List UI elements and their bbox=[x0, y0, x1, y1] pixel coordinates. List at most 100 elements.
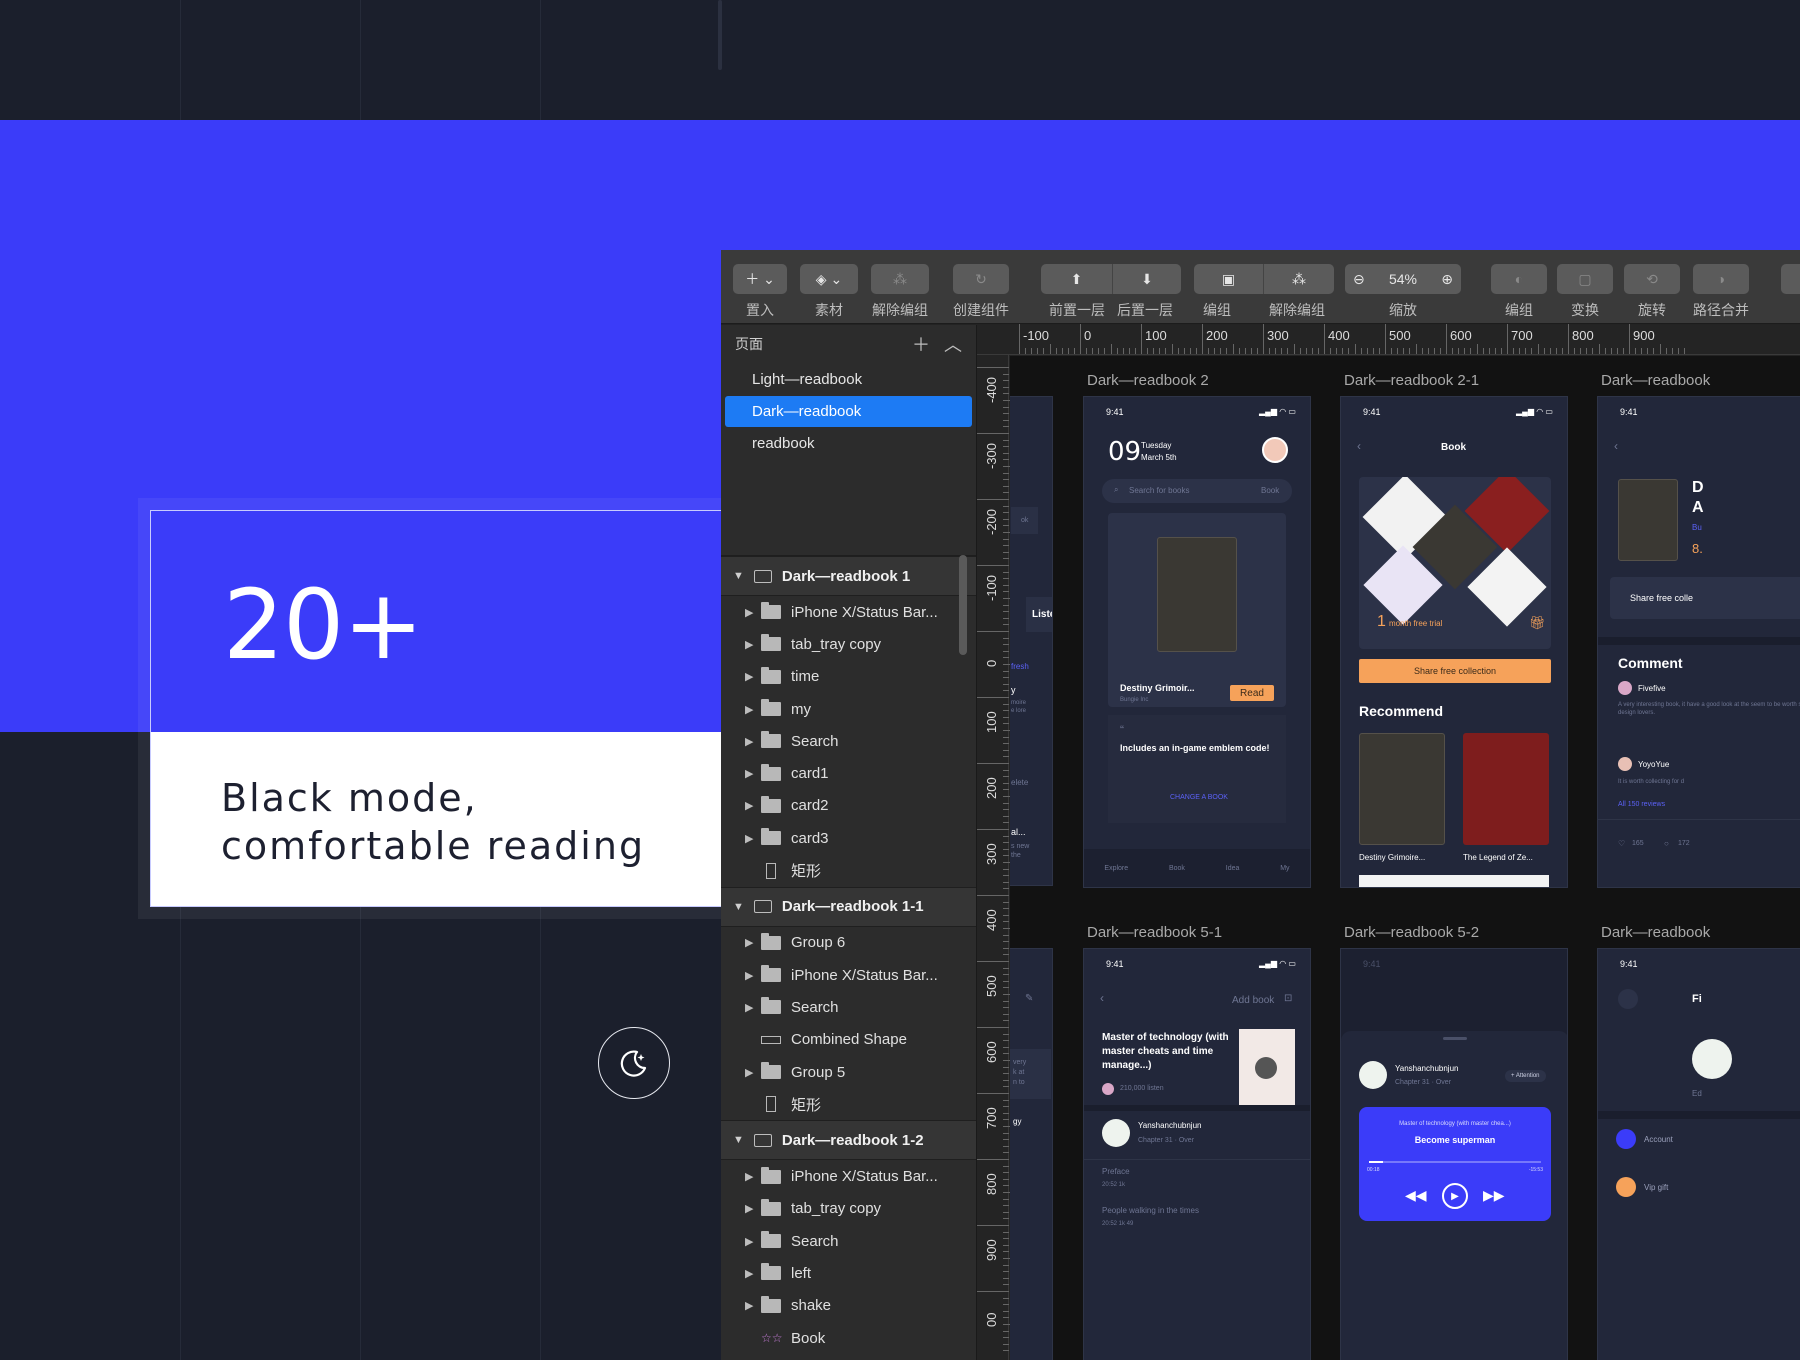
triangle-right-icon[interactable]: ▶ bbox=[745, 767, 761, 780]
sheet-handle[interactable] bbox=[1443, 1037, 1467, 1040]
triangle-right-icon[interactable]: ▶ bbox=[745, 936, 761, 949]
add-book-link[interactable]: Add book bbox=[1232, 995, 1274, 1006]
chapter-title[interactable]: Preface bbox=[1102, 1167, 1130, 1176]
author-avatar[interactable] bbox=[1102, 1119, 1130, 1147]
layer-row[interactable]: ▶ card2 bbox=[721, 790, 976, 822]
phone-artboard-profile[interactable]: 9:41 Fi Ed Account Vip gift bbox=[1597, 948, 1800, 1360]
layer-row[interactable]: ▶ card1 bbox=[721, 757, 976, 789]
phone-artboard-player[interactable]: 9:41 Yanshanchubnjun Chapter 31 · Over +… bbox=[1340, 948, 1568, 1360]
layer-row[interactable]: ▶ Group 6 bbox=[721, 927, 976, 959]
group-icon[interactable]: ▣ bbox=[1194, 264, 1264, 294]
back-arrow-icon[interactable]: ‹ bbox=[1614, 439, 1618, 453]
triangle-right-icon[interactable]: ▶ bbox=[745, 1299, 761, 1312]
ungroup-disabled-tool[interactable]: ⁂ 解除编组 bbox=[871, 264, 929, 320]
dark-mode-toggle[interactable] bbox=[598, 1027, 670, 1099]
play-icon[interactable]: ▶ bbox=[1442, 1183, 1468, 1209]
back-arrow-icon[interactable]: ‹ bbox=[1357, 439, 1361, 453]
ungroup-icon[interactable]: ⁂ bbox=[871, 264, 929, 294]
artboard-title[interactable]: Dark—readbook 5-1 bbox=[1087, 924, 1222, 941]
page-item-selected[interactable]: Dark—readbook bbox=[725, 396, 972, 427]
book-cover[interactable] bbox=[1463, 733, 1549, 845]
avatar[interactable] bbox=[1618, 757, 1632, 771]
layer-row[interactable]: ▶ Search bbox=[721, 725, 976, 757]
layer-row[interactable]: ▶ iPhone X/Status Bar... bbox=[721, 959, 976, 991]
edit-icon[interactable]: ✎ bbox=[1025, 993, 1033, 1004]
rotate-icon[interactable]: ⟲ bbox=[1624, 264, 1680, 294]
avatar[interactable] bbox=[1692, 1039, 1732, 1079]
triangle-right-icon[interactable]: ▶ bbox=[745, 703, 761, 716]
phone-artboard-audiobook[interactable]: 9:41 ▂▄▆ ◠ ▭ ‹ Add book ⊡ Master of tech… bbox=[1083, 948, 1311, 1360]
page-item[interactable]: readbook bbox=[725, 428, 972, 459]
triangle-right-icon[interactable]: ▶ bbox=[745, 1001, 761, 1014]
triangle-right-icon[interactable]: ▶ bbox=[745, 799, 761, 812]
collapse-icon[interactable]: ︿ bbox=[944, 331, 962, 357]
vip-gift-menu-item[interactable]: Vip gift bbox=[1644, 1183, 1668, 1192]
rotate-tool[interactable]: ⟲ 旋转 bbox=[1624, 264, 1680, 320]
send-backward-icon[interactable]: ⬇ bbox=[1113, 264, 1181, 294]
settings-icon[interactable] bbox=[1618, 989, 1638, 1009]
tab-idea[interactable]: Idea bbox=[1226, 865, 1240, 872]
assets-tool[interactable]: ◈ ⌄ 素材 bbox=[800, 264, 858, 320]
sidebar-scrollbar[interactable] bbox=[959, 555, 967, 655]
triangle-right-icon[interactable]: ▶ bbox=[745, 735, 761, 748]
layer-row[interactable]: 矩形 bbox=[721, 854, 976, 886]
layer-row[interactable]: ▶ iPhone X/Status Bar... bbox=[721, 1160, 976, 1192]
tab-my[interactable]: My bbox=[1280, 865, 1289, 872]
fast-forward-icon[interactable]: ▶▶ bbox=[1483, 1187, 1505, 1204]
symbol-icon[interactable]: ↻ bbox=[953, 264, 1009, 294]
triangle-down-icon[interactable]: ▼ bbox=[733, 901, 744, 913]
layer-row[interactable]: ▶ Search bbox=[721, 1225, 976, 1257]
triangle-right-icon[interactable]: ▶ bbox=[745, 1066, 761, 1079]
progress-track[interactable] bbox=[1369, 1161, 1541, 1163]
layer-row[interactable]: ▶ iPhone X/Status Bar... bbox=[721, 596, 976, 628]
back-arrow-icon[interactable]: ‹ bbox=[1100, 991, 1104, 1005]
triangle-right-icon[interactable]: ▶ bbox=[745, 670, 761, 683]
phone-artboard-home[interactable]: 9:41 ▂▄▆ ◠ ▭ 09 Tuesday March 5th ⌕ Sear… bbox=[1083, 396, 1311, 888]
zoom-in-icon[interactable]: ⊕ bbox=[1441, 271, 1453, 288]
artboard-title[interactable]: Dark—readbook bbox=[1601, 372, 1710, 389]
more-tool[interactable] bbox=[1781, 264, 1800, 294]
combine-tool[interactable]: ◑ 路径合并 bbox=[1693, 264, 1749, 320]
layer-row[interactable]: ▶ tab_tray copy bbox=[721, 628, 976, 660]
add-page-icon[interactable]: ＋ bbox=[912, 331, 930, 357]
read-button[interactable]: Read bbox=[1230, 685, 1274, 701]
share-collection-button[interactable]: Share free collection bbox=[1359, 659, 1551, 683]
book-cover[interactable] bbox=[1359, 733, 1445, 845]
transform-tool[interactable]: ▢ 变换 bbox=[1557, 264, 1613, 320]
artboard-row[interactable]: ▼ Dark—readbook 1-2 bbox=[721, 1120, 976, 1161]
heart-icon[interactable]: ♡ bbox=[1618, 839, 1625, 848]
layer-row[interactable]: ▶ Search bbox=[721, 991, 976, 1023]
triangle-down-icon[interactable]: ▼ bbox=[733, 1134, 744, 1146]
layer-row[interactable]: Combined Shape bbox=[721, 1024, 976, 1056]
layer-row[interactable]: 矩形 bbox=[721, 1088, 976, 1120]
triangle-right-icon[interactable]: ▶ bbox=[745, 1170, 761, 1183]
artboard-title[interactable]: Dark—readbook 2-1 bbox=[1344, 372, 1479, 389]
avatar[interactable] bbox=[1618, 681, 1632, 695]
phone-artboard-book[interactable]: 9:41 ▂▄▆ ◠ ▭ ‹ Book 1 month free trial 🎁… bbox=[1340, 396, 1568, 888]
triangle-down-icon[interactable]: ▼ bbox=[733, 570, 744, 582]
triangle-right-icon[interactable]: ▶ bbox=[745, 638, 761, 651]
bring-forward-icon[interactable]: ⬆ bbox=[1041, 264, 1113, 294]
account-menu-item[interactable]: Account bbox=[1644, 1135, 1673, 1144]
triangle-right-icon[interactable]: ▶ bbox=[745, 1235, 761, 1248]
layer-row[interactable]: ▶ left bbox=[721, 1257, 976, 1289]
layer-row[interactable]: ▶ my bbox=[721, 693, 976, 725]
ungroup-icon[interactable]: ⁂ bbox=[1264, 264, 1334, 294]
triangle-right-icon[interactable]: ▶ bbox=[745, 606, 761, 619]
phone-artboard-comments[interactable]: 9:41 ‹ D A Bu 8. Share free colle Commen… bbox=[1597, 396, 1800, 888]
plus-icon[interactable]: ＋ ⌄ bbox=[733, 264, 787, 294]
tab-explore[interactable]: Explore bbox=[1104, 865, 1128, 872]
rewind-icon[interactable]: ◀◀ bbox=[1405, 1187, 1427, 1204]
more-icon[interactable] bbox=[1781, 264, 1800, 294]
artboard-row[interactable]: ▼ Dark—readbook 1 bbox=[721, 556, 976, 596]
promo-collage[interactable]: 1 month free trial 🎁︎ bbox=[1359, 477, 1551, 649]
avatar[interactable] bbox=[1262, 437, 1288, 463]
artboard-row[interactable]: ▼ Dark—readbook 1-1 bbox=[721, 886, 976, 927]
triangle-right-icon[interactable]: ▶ bbox=[745, 832, 761, 845]
triangle-right-icon[interactable]: ▶ bbox=[745, 1267, 761, 1280]
change-book-link[interactable]: CHANGE A BOOK bbox=[1170, 794, 1228, 801]
layer-row[interactable]: ▶ time bbox=[721, 661, 976, 693]
triangle-right-icon[interactable]: ▶ bbox=[745, 1202, 761, 1215]
layers-icon[interactable]: ◈ ⌄ bbox=[800, 264, 858, 294]
book-cover[interactable] bbox=[1157, 537, 1237, 652]
